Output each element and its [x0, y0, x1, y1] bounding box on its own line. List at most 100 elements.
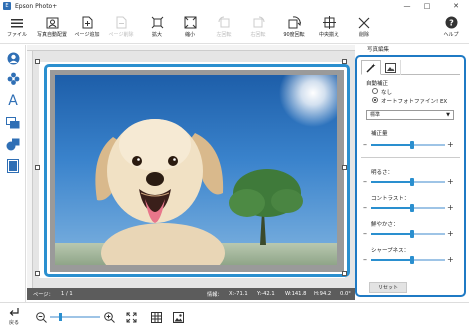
contrast-label: コントラスト：	[371, 196, 410, 202]
brightness-label: 明るさ：	[371, 170, 394, 176]
panel-header: 写真編集	[367, 47, 390, 53]
handle-bottom-left[interactable]	[35, 271, 40, 276]
image-adjust-icon	[385, 58, 396, 77]
auto-layout-button[interactable]: 写真自動配置	[37, 14, 67, 42]
height-value: H:94.2	[314, 291, 332, 297]
add-page-icon	[82, 14, 93, 31]
magic-wand-icon	[366, 58, 376, 77]
handle-bottom-right[interactable]	[342, 271, 347, 276]
text-tool-button[interactable]: A	[3, 92, 23, 110]
person-tool-button[interactable]	[3, 50, 23, 68]
contrast-slider[interactable]	[371, 204, 445, 212]
sharpness-plus-button[interactable]: +	[447, 256, 454, 264]
radio-auto-photo-fine-label: オートフォトファイン! EX	[381, 99, 448, 105]
width-value: W:141.8	[285, 291, 307, 297]
image-icon	[172, 308, 184, 327]
radio-none-label: なし	[381, 90, 393, 96]
minimize-button[interactable]: —	[398, 0, 416, 12]
background-tool-button[interactable]	[3, 158, 23, 176]
saturation-minus-button[interactable]: –	[363, 230, 367, 238]
center-align-button[interactable]: 中央揃え	[315, 14, 343, 42]
angle-value: 0.0°	[340, 291, 351, 297]
handle-right[interactable]	[342, 165, 347, 170]
zoom-slider[interactable]	[50, 316, 100, 318]
rotate-left-icon	[218, 14, 231, 31]
tab-auto-correct[interactable]	[361, 60, 381, 75]
handle-top-right[interactable]	[342, 59, 347, 64]
shrink-button[interactable]: 縮小	[176, 14, 204, 42]
saturation-label: 鮮やかさ：	[371, 222, 399, 228]
saturation-slider[interactable]	[371, 230, 445, 238]
flower-icon	[7, 70, 20, 89]
fit-icon	[126, 308, 137, 327]
correction-slider[interactable]	[371, 141, 445, 149]
radio-none[interactable]	[372, 88, 378, 94]
rotate-right-icon	[252, 14, 265, 31]
correction-mode-select[interactable]: 標準 ▼	[366, 110, 454, 120]
rotate-90-icon	[288, 14, 301, 31]
contrast-minus-button[interactable]: –	[363, 204, 367, 212]
zoom-slider-thumb[interactable]	[58, 313, 62, 321]
fit-page-button[interactable]	[125, 311, 137, 323]
back-button[interactable]: 戻る	[5, 307, 23, 326]
saturation-plus-button[interactable]: +	[447, 230, 454, 238]
auto-layout-icon	[46, 14, 59, 31]
enlarge-icon	[151, 14, 164, 31]
rotate-left-button[interactable]: 左回転	[210, 14, 238, 42]
handle-top-left[interactable]	[35, 59, 40, 64]
photo-image[interactable]	[55, 75, 337, 265]
sharpness-label: シャープネス：	[371, 248, 410, 254]
tab-adjust[interactable]	[381, 60, 401, 75]
handle-left[interactable]	[35, 165, 40, 170]
divider	[361, 157, 460, 158]
background-icon	[7, 158, 19, 177]
brightness-plus-button[interactable]: +	[447, 178, 454, 186]
help-button[interactable]: ? ヘルプ	[437, 14, 465, 42]
frame-tool-button[interactable]	[3, 114, 23, 132]
chevron-down-icon: ▼	[446, 112, 450, 118]
correction-minus-button[interactable]: –	[363, 141, 367, 149]
grid-button[interactable]	[150, 311, 162, 323]
shape-tool-button[interactable]	[3, 136, 23, 154]
toolbar: ファイル 写真自動配置 ページ追加 ページ削除 拡大 縮小 左回転 右回転 90…	[0, 12, 469, 44]
correction-plus-button[interactable]: +	[447, 141, 454, 149]
radio-auto-photo-fine[interactable]	[372, 97, 378, 103]
close-button[interactable]: ✕	[447, 0, 465, 12]
delete-button[interactable]: 削除	[350, 14, 378, 42]
back-arrow-icon	[9, 307, 20, 319]
correction-amount-label: 補正量	[371, 131, 388, 137]
shape-icon	[6, 136, 20, 155]
ruler-left	[27, 51, 33, 288]
zoom-in-icon	[103, 308, 115, 327]
stamp-tool-button[interactable]	[3, 70, 23, 88]
maximize-button[interactable]: □	[418, 0, 436, 12]
frame-icon	[6, 114, 20, 133]
enlarge-button[interactable]: 拡大	[143, 14, 171, 42]
svg-text:?: ?	[449, 19, 454, 28]
reset-button[interactable]: リセット	[369, 282, 407, 293]
brightness-minus-button[interactable]: –	[363, 178, 367, 186]
sharpness-slider[interactable]	[371, 256, 445, 264]
brightness-slider[interactable]	[371, 178, 445, 186]
add-page-button[interactable]: ページ追加	[73, 14, 101, 42]
page-value: 1 / 1	[61, 291, 73, 297]
zoom-out-button[interactable]	[35, 311, 47, 323]
menu-icon	[11, 14, 23, 31]
person-icon	[7, 50, 20, 69]
ruler-top	[27, 45, 355, 51]
bottom-bar: 戻る	[0, 302, 469, 330]
auto-correct-label: 自動補正	[366, 81, 389, 87]
rotate-90-button[interactable]: 90度回転	[280, 14, 308, 42]
text-icon: A	[8, 93, 18, 109]
sharpness-minus-button[interactable]: –	[363, 256, 367, 264]
file-menu-button[interactable]: ファイル	[3, 14, 31, 42]
photo-view-button[interactable]	[172, 311, 184, 323]
rotate-right-button[interactable]: 右回転	[244, 14, 272, 42]
app-icon: E	[3, 2, 11, 10]
contrast-plus-button[interactable]: +	[447, 204, 454, 212]
zoom-in-button[interactable]	[103, 311, 115, 323]
delete-page-button[interactable]: ページ削除	[107, 14, 135, 42]
zoom-out-icon	[35, 308, 47, 327]
help-icon: ?	[445, 14, 458, 31]
page-label: ページ：	[33, 292, 54, 298]
